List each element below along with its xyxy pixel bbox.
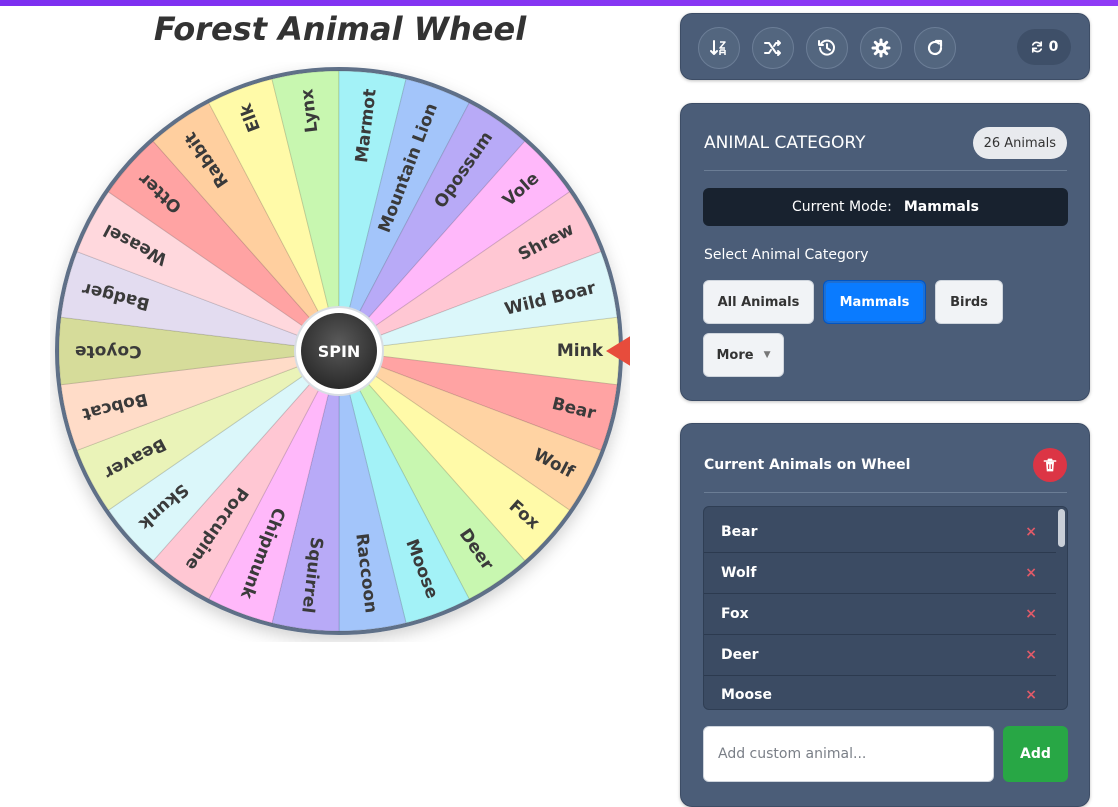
spin-wheel[interactable]: MinkBearWolfFoxDeerMooseRaccoonSquirrelC… <box>50 62 630 642</box>
category-button-label: All Animals <box>717 294 800 310</box>
animal-list[interactable]: Bear × Wolf × Fox × Deer × Moose × <box>703 506 1068 710</box>
list-title: Current Animals on Wheel <box>704 457 911 473</box>
toolbar-panel: 0 <box>680 13 1090 80</box>
spin-count: 0 <box>1048 39 1059 55</box>
list-item: Deer × <box>704 635 1057 676</box>
spin-button-label: SPIN <box>318 342 361 361</box>
animal-name: Deer <box>721 647 759 663</box>
category-button-label: More <box>716 347 754 363</box>
trash-icon <box>1043 458 1057 472</box>
page-title: Forest Animal Wheel <box>153 10 527 48</box>
list-scrollbar[interactable] <box>1056 507 1067 709</box>
mode-value: Mammals <box>903 199 980 215</box>
clear-all-button[interactable] <box>1033 448 1067 482</box>
category-title: ANIMAL CATEGORY <box>704 133 866 153</box>
settings-icon <box>871 38 891 58</box>
animal-name: Fox <box>721 606 749 622</box>
spin-button[interactable]: SPIN <box>294 306 384 396</box>
settings-button[interactable] <box>860 27 902 69</box>
category-mammals-button[interactable]: Mammals <box>823 280 926 324</box>
current-mode-bar: Current Mode: Mammals <box>703 188 1068 226</box>
category-more-dropdown[interactable]: More ▼ <box>703 333 784 377</box>
list-item: Fox × <box>704 594 1057 635</box>
shuffle-icon <box>764 40 781 56</box>
list-item: Bear × <box>704 512 1057 553</box>
animal-name: Wolf <box>721 565 757 581</box>
redo-button[interactable] <box>914 27 956 69</box>
scrollbar-thumb[interactable] <box>1058 509 1065 547</box>
remove-icon[interactable]: × <box>1025 524 1037 540</box>
history-icon <box>818 39 835 56</box>
animal-name: Bear <box>721 524 758 540</box>
add-animal-button[interactable]: Add <box>1003 726 1068 782</box>
animal-count-badge: 26 Animals <box>972 127 1067 159</box>
wheel-segment-label: Mink <box>557 341 604 361</box>
history-button[interactable] <box>806 27 848 69</box>
category-birds-button[interactable]: Birds <box>935 280 1003 324</box>
divider <box>704 170 1067 171</box>
shuffle-button[interactable] <box>752 27 794 69</box>
sort-button[interactable] <box>698 27 740 69</box>
top-accent-bar <box>0 0 1118 6</box>
list-item: Wolf × <box>704 553 1057 594</box>
add-animal-input[interactable] <box>703 726 994 782</box>
sort-icon <box>710 40 726 55</box>
remove-icon[interactable]: × <box>1025 647 1037 663</box>
category-all-animals-button[interactable]: All Animals <box>703 280 814 324</box>
remove-icon[interactable]: × <box>1025 565 1037 581</box>
wheel-segment-label: Coyote <box>75 341 142 361</box>
animal-name: Moose <box>721 687 772 703</box>
animal-list-panel: Current Animals on Wheel Bear × Wolf × F… <box>680 423 1090 807</box>
category-button-label: Mammals <box>839 294 910 310</box>
remove-icon[interactable]: × <box>1025 606 1037 622</box>
spin-counter: 0 <box>1017 29 1071 65</box>
refresh-icon <box>1031 41 1042 53</box>
divider <box>704 492 1067 493</box>
list-item: Moose × <box>704 675 1057 709</box>
remove-icon[interactable]: × <box>1025 687 1037 703</box>
caret-down-icon: ▼ <box>763 350 771 360</box>
select-category-label: Select Animal Category <box>704 247 869 263</box>
category-panel: ANIMAL CATEGORY 26 Animals Current Mode:… <box>680 103 1090 401</box>
category-button-label: Birds <box>950 294 988 310</box>
mode-label: Current Mode: <box>791 199 892 215</box>
redo-icon <box>927 39 943 56</box>
